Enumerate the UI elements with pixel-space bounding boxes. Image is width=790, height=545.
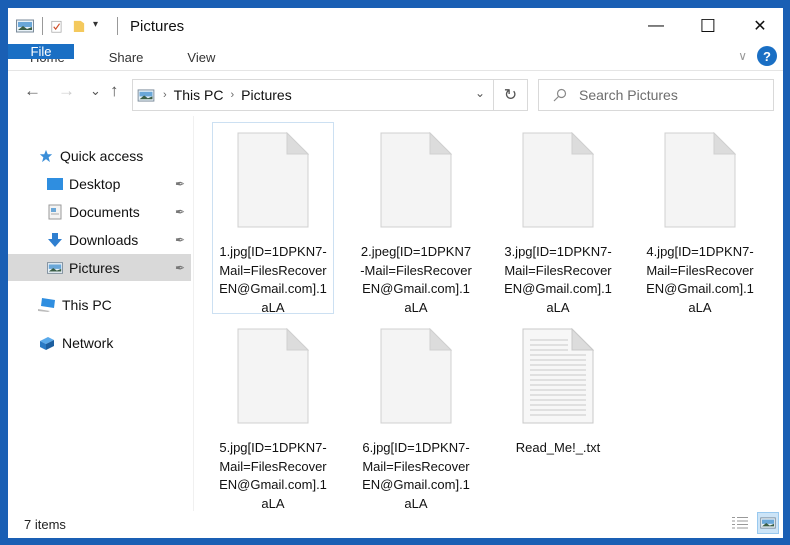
sidebar-item-label: Desktop <box>69 175 121 192</box>
blank-file-icon <box>237 131 310 228</box>
sidebar-item-label: Documents <box>69 203 140 220</box>
sidebar-item-label: Quick access <box>60 147 144 164</box>
file-name: 6.jpg[ID=1DPKN7-Mail=FilesRecoverEN@Gmai… <box>362 440 470 511</box>
help-icon[interactable]: ? <box>757 46 777 66</box>
sidebar-item-documents[interactable]: Documents ✒ <box>8 198 191 225</box>
up-button[interactable]: ↑ <box>110 81 119 101</box>
blank-file-icon <box>237 327 310 424</box>
toolbar-separator <box>42 17 43 35</box>
network-icon <box>40 336 54 350</box>
maximize-button[interactable]: ☐ <box>685 8 731 44</box>
ribbon-tabs: File Home Share View ∨ ? <box>8 44 783 70</box>
text-file-icon <box>522 327 595 424</box>
pin-icon[interactable]: ✒ <box>175 205 185 219</box>
pictures-folder-icon <box>16 19 34 33</box>
breadcrumb-this-pc[interactable]: This PC <box>174 87 224 103</box>
file-item[interactable]: 1.jpg[ID=1DPKN7-Mail=FilesRecoverEN@Gmai… <box>212 122 334 317</box>
file-item[interactable]: 3.jpg[ID=1DPKN7-Mail=FilesRecoverEN@Gmai… <box>497 122 619 317</box>
minimize-button[interactable]: — <box>633 8 679 44</box>
forward-button[interactable]: → <box>58 81 75 101</box>
file-item[interactable]: Read_Me!_.txt <box>497 318 619 458</box>
maximize-icon: ☐ <box>699 15 717 36</box>
tab-view[interactable]: View <box>165 44 237 70</box>
search-icon <box>553 88 567 102</box>
back-button[interactable]: ← <box>24 81 41 101</box>
large-icons-view-icon <box>760 517 776 529</box>
file-name: 5.jpg[ID=1DPKN7-Mail=FilesRecoverEN@Gmai… <box>219 440 327 511</box>
recent-locations-button[interactable]: ⌄ <box>90 83 101 99</box>
file-item[interactable]: 4.jpg[ID=1DPKN7-Mail=FilesRecoverEN@Gmai… <box>639 122 761 317</box>
sidebar-item-downloads[interactable]: Downloads ✒ <box>8 226 191 253</box>
file-list: 1.jpg[ID=1DPKN7-Mail=FilesRecoverEN@Gmai… <box>198 116 783 511</box>
large-icons-view-button[interactable] <box>757 512 779 534</box>
breadcrumb-separator-icon: › <box>230 89 235 101</box>
file-name: Read_Me!_.txt <box>515 440 601 455</box>
desktop-icon <box>47 177 63 190</box>
blank-file-icon <box>522 131 595 228</box>
refresh-icon: ↻ <box>503 87 518 104</box>
pin-icon[interactable]: ✒ <box>175 233 185 247</box>
sidebar-item-network[interactable]: Network <box>8 329 191 356</box>
close-icon: ✕ <box>753 18 767 35</box>
details-view-button[interactable] <box>729 512 751 534</box>
pin-icon[interactable]: ✒ <box>175 177 185 191</box>
sidebar-item-label: Pictures <box>69 259 120 276</box>
sidebar-item-pictures[interactable]: Pictures ✒ <box>8 254 191 281</box>
pictures-icon <box>47 261 63 274</box>
refresh-button[interactable]: ↻ <box>494 79 528 111</box>
minimize-icon: — <box>648 17 664 34</box>
window-title: Pictures <box>130 17 185 35</box>
close-button[interactable]: ✕ <box>737 8 783 44</box>
pictures-location-icon <box>137 88 155 102</box>
properties-icon[interactable] <box>51 18 65 34</box>
blank-file-icon <box>380 327 453 424</box>
file-name: 4.jpg[ID=1DPKN7-Mail=FilesRecoverEN@Gmai… <box>646 244 754 315</box>
sidebar-item-quick-access[interactable]: Quick access <box>8 142 191 169</box>
file-name: 1.jpg[ID=1DPKN7-Mail=FilesRecoverEN@Gmai… <box>219 244 327 315</box>
address-bar[interactable]: › This PC › Pictures ⌄ <box>132 79 494 111</box>
title-bar: ▾ Pictures — ☐ ✕ <box>8 8 783 44</box>
navigation-bar: ← → ⌄ ↑ › This PC › Pictures ⌄ ↻ Search … <box>8 70 783 116</box>
toolbar-separator <box>117 17 118 35</box>
item-count: 7 items <box>24 517 66 532</box>
expand-ribbon-icon[interactable]: ∨ <box>738 49 747 63</box>
sidebar-item-label: This PC <box>62 296 112 313</box>
tab-file[interactable]: File <box>8 44 74 59</box>
sidebar-item-desktop[interactable]: Desktop ✒ <box>8 170 191 197</box>
search-input[interactable]: Search Pictures <box>538 79 774 111</box>
downloads-icon <box>48 232 62 247</box>
status-bar: 7 items <box>8 511 783 538</box>
sidebar-item-label: Downloads <box>69 231 139 248</box>
search-placeholder: Search Pictures <box>579 87 678 103</box>
new-folder-icon[interactable] <box>73 18 85 34</box>
blank-file-icon <box>380 131 453 228</box>
customize-toolbar-dropdown[interactable]: ▾ <box>93 19 103 33</box>
file-item[interactable]: 5.jpg[ID=1DPKN7-Mail=FilesRecoverEN@Gmai… <box>212 318 334 513</box>
sidebar-item-label: Network <box>62 334 114 351</box>
navigation-pane: Quick access Desktop ✒ Documents ✒ Downl… <box>8 116 194 511</box>
quick-access-toolbar: ▾ <box>8 17 126 35</box>
pin-icon[interactable]: ✒ <box>175 261 185 275</box>
file-name: 3.jpg[ID=1DPKN7-Mail=FilesRecoverEN@Gmai… <box>504 244 612 315</box>
file-name: 2.jpeg[ID=1DPKN7-Mail=FilesRecoverEN@Gma… <box>360 244 472 315</box>
tab-share[interactable]: Share <box>87 44 166 70</box>
address-dropdown-icon[interactable]: ⌄ <box>475 86 485 100</box>
star-icon <box>39 149 53 162</box>
sidebar-item-this-pc[interactable]: This PC <box>8 291 191 318</box>
explorer-window: ▾ Pictures — ☐ ✕ File Home Share View ∨ … <box>8 8 783 538</box>
computer-icon <box>38 297 55 312</box>
breadcrumb-separator-icon: › <box>163 89 167 101</box>
documents-icon <box>48 204 62 219</box>
breadcrumb-pictures[interactable]: Pictures <box>241 87 292 103</box>
file-item[interactable]: 2.jpeg[ID=1DPKN7-Mail=FilesRecoverEN@Gma… <box>355 122 477 317</box>
details-view-icon <box>732 517 748 529</box>
file-item[interactable]: 6.jpg[ID=1DPKN7-Mail=FilesRecoverEN@Gmai… <box>355 318 477 513</box>
blank-file-icon <box>664 131 737 228</box>
